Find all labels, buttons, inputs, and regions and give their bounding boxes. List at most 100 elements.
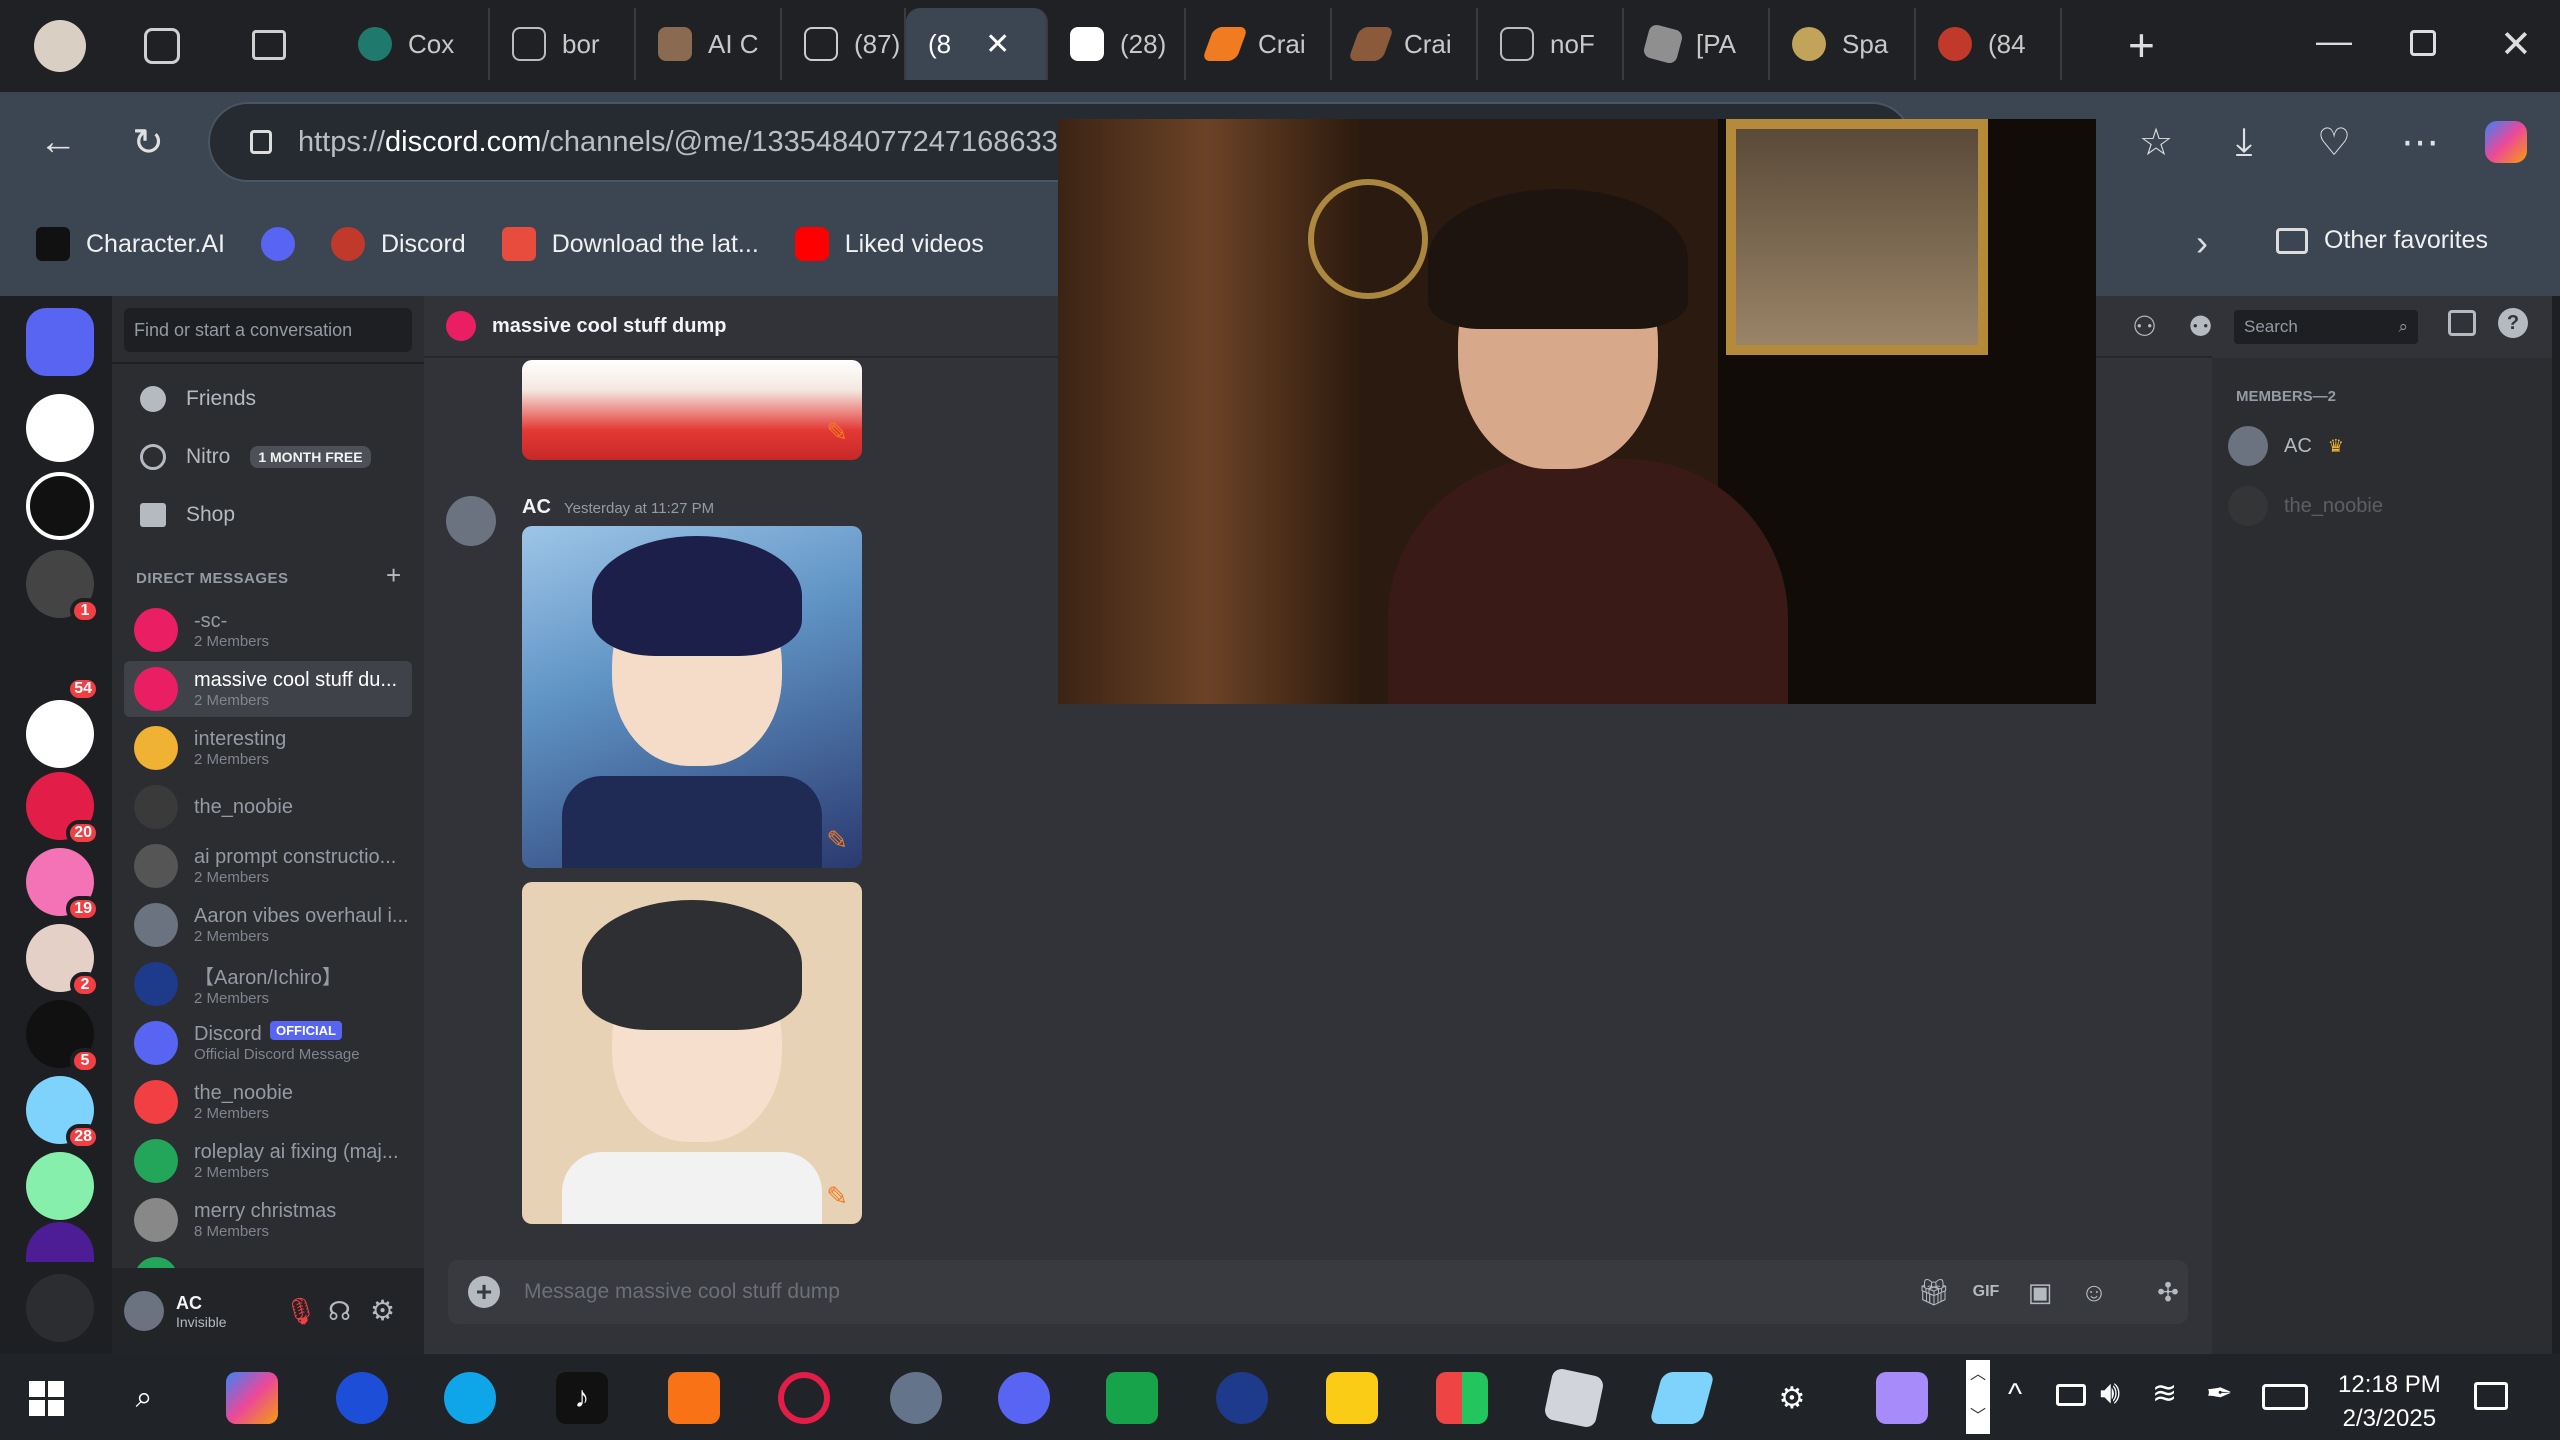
gif-icon[interactable]: GIF [1966, 1272, 2006, 1312]
back-button[interactable]: ← [30, 114, 86, 170]
help-icon[interactable]: ? [2498, 308, 2528, 338]
edge-icon[interactable] [444, 1372, 496, 1424]
chevron-right-icon[interactable]: › [2196, 222, 2208, 264]
volume-icon[interactable]: 🔊︎ [2100, 1374, 2120, 1412]
server-icon[interactable]: 54 [26, 628, 100, 702]
apps-icon[interactable]: ✣ [2148, 1272, 2188, 1312]
sticker-icon[interactable]: ▣ [2020, 1272, 2060, 1312]
favorite-discord-icon[interactable] [260, 227, 295, 261]
copilot-icon[interactable] [2478, 114, 2534, 170]
app-icon[interactable] [1649, 1372, 1715, 1424]
workspaces-icon[interactable] [144, 28, 180, 64]
image-attachment[interactable]: ✎ [522, 882, 862, 1224]
app-icon[interactable] [1876, 1372, 1928, 1424]
tiktok-icon[interactable]: ♪ [556, 1372, 608, 1424]
profile-avatar[interactable] [34, 20, 86, 72]
browser-essentials-icon[interactable]: ♡ [2306, 114, 2362, 170]
member-row[interactable]: AC ♛ [2228, 420, 2344, 472]
browser-tab[interactable]: Crai [1186, 8, 1332, 80]
server-icon[interactable] [26, 700, 94, 768]
start-icon[interactable] [20, 1372, 72, 1424]
discord-icon[interactable] [998, 1372, 1050, 1424]
dm-list-item[interactable]: ai prompt constructio... 2 Members [124, 838, 412, 894]
close-icon[interactable]: ✕ [985, 27, 1010, 62]
favorite-characterai[interactable]: Character.AI [36, 227, 225, 261]
browser-tab[interactable]: AI C [636, 8, 782, 80]
copilot-icon[interactable] [226, 1372, 278, 1424]
avatar[interactable] [446, 496, 496, 546]
refresh-button[interactable]: ↻ [120, 114, 176, 170]
gift-icon[interactable]: 🎁︎ [1914, 1272, 1954, 1312]
server-icon[interactable]: 1 [26, 550, 100, 624]
server-icon[interactable]: 5 [26, 1000, 100, 1074]
discord-home-icon[interactable] [26, 308, 94, 376]
image-attachment[interactable]: ✎ [522, 526, 862, 868]
browser-tab[interactable]: (87) [782, 8, 906, 80]
browser-tab[interactable]: Cox [336, 8, 490, 80]
close-window-button[interactable]: ✕ [2500, 22, 2532, 67]
download-icon[interactable]: ⤓ [2216, 114, 2272, 170]
dm-list-item[interactable]: interesting 2 Members [124, 720, 412, 776]
header-search-input[interactable]: Search ⌕ [2234, 310, 2418, 344]
server-icon[interactable] [26, 472, 94, 540]
server-icon[interactable]: 20 [26, 772, 100, 846]
nav-shop[interactable]: Shop [124, 488, 412, 542]
browser-tab[interactable]: Spa [1770, 8, 1916, 80]
browser-tab[interactable]: bor [490, 8, 636, 80]
clock[interactable]: 12:18 PM 2/3/2025 [2338, 1368, 2441, 1436]
dm-list-item[interactable]: the_noobie [124, 779, 412, 835]
tray-overflow-icon[interactable]: ^ [2008, 1378, 2022, 1412]
picture-in-picture-video[interactable] [1058, 119, 2096, 704]
browser-tab[interactable]: Crai [1332, 8, 1478, 80]
server-icon[interactable]: 28 [26, 1076, 100, 1150]
wifi-icon[interactable]: ≋ [2152, 1376, 2177, 1411]
browser-tab[interactable]: [PA [1624, 8, 1770, 80]
browser-tab[interactable]: (28) [1048, 8, 1186, 80]
browser-tab-active[interactable]: (8 ✕ [906, 8, 1048, 80]
favorite-liked-videos[interactable]: Liked videos [794, 227, 984, 261]
emoji-icon[interactable]: ☺ [2074, 1272, 2114, 1312]
server-icon[interactable] [26, 1152, 94, 1220]
file-explorer-icon[interactable] [1326, 1372, 1378, 1424]
member-list-icon[interactable]: ⚉ [2188, 310, 2213, 343]
add-friends-to-dm-icon[interactable]: ⚇ [2132, 310, 2157, 343]
more-menu-icon[interactable]: ⋯ [2392, 114, 2448, 170]
favorite-download[interactable]: Download the lat... [501, 227, 759, 261]
store-icon[interactable] [1436, 1372, 1488, 1424]
server-icon[interactable] [26, 1222, 94, 1262]
settings-icon[interactable]: ⚙ [1766, 1372, 1818, 1424]
tray-scroll[interactable]: ︿ ﹀ [1966, 1360, 1990, 1434]
discover-icon[interactable] [26, 1274, 94, 1342]
favorite-discord[interactable]: Discord [330, 227, 466, 261]
browser-tab[interactable]: noF [1478, 8, 1624, 80]
battery-icon[interactable] [2056, 1384, 2086, 1406]
add-attachment-icon[interactable]: + [468, 1276, 500, 1308]
server-icon[interactable]: 19 [26, 848, 100, 922]
app-icon[interactable] [1106, 1372, 1158, 1424]
dm-list-item[interactable]: OFFICIAL Discord Official Discord Message [124, 1015, 412, 1071]
dm-list-item[interactable]: massive cool stuff du... 2 Members [124, 661, 412, 717]
message-input[interactable] [524, 1280, 1824, 1304]
pen-icon[interactable]: ✒ [2206, 1374, 2233, 1412]
app-icon[interactable] [668, 1372, 720, 1424]
dm-list-item[interactable]: merry christmas 8 Members [124, 1192, 412, 1248]
keyboard-icon[interactable] [2262, 1384, 2308, 1410]
dm-list-item[interactable]: roleplay ai fixing (maj... 2 Members [124, 1133, 412, 1189]
minimize-button[interactable]: — [2316, 20, 2352, 62]
gear-icon[interactable]: ⚙ [370, 1294, 395, 1327]
roblox-icon[interactable] [1543, 1367, 1605, 1429]
tab-actions-icon[interactable] [252, 30, 286, 60]
server-icon[interactable] [26, 394, 94, 462]
opera-icon[interactable] [778, 1372, 830, 1424]
notifications-icon[interactable] [2474, 1382, 2508, 1410]
favorites-star-icon[interactable]: ☆ [2128, 114, 2184, 170]
nav-friends[interactable]: Friends [124, 372, 412, 426]
avatar[interactable] [124, 1291, 164, 1331]
app-icon[interactable] [890, 1372, 942, 1424]
browser-tab[interactable]: (84 [1916, 8, 2062, 80]
steam-icon[interactable] [1216, 1372, 1268, 1424]
dm-list-item[interactable]: 【Aaron/Ichiro】 2 Members [124, 956, 412, 1012]
dm-list-item[interactable]: the_noobie 2 Members [124, 1074, 412, 1130]
dm-list-item[interactable]: -sc- 2 Members [124, 602, 412, 658]
new-tab-button[interactable]: + [2128, 18, 2155, 72]
